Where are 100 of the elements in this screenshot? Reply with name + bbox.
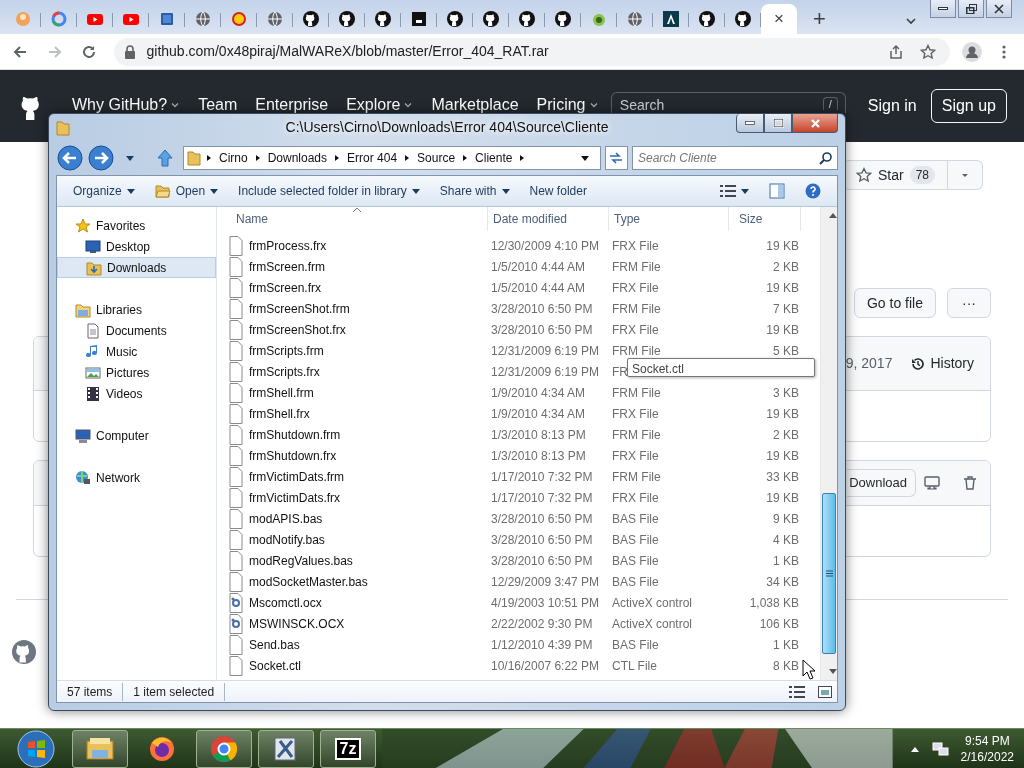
breadcrumb-item[interactable]: Downloads [265, 149, 330, 167]
file-name[interactable]: frmShutdown.frm [249, 425, 341, 444]
file-name[interactable]: Socket.ctl [249, 656, 302, 675]
file-name[interactable]: frmVictimDats.frm [249, 467, 345, 486]
file-icon[interactable] [229, 445, 243, 466]
restore-button[interactable] [958, 0, 984, 18]
nav-link[interactable]: Pricing [536, 97, 599, 113]
command-button[interactable]: Share with [431, 180, 518, 202]
nav-link[interactable]: Enterprise [255, 97, 329, 113]
column-header[interactable]: Date modified [488, 207, 609, 231]
taskbar-app[interactable] [72, 729, 128, 768]
forward-button[interactable] [87, 146, 115, 170]
nav-item[interactable]: Documents [57, 320, 216, 341]
nav-item[interactable]: Favorites [57, 215, 216, 236]
close-button[interactable] [792, 114, 838, 133]
back-button[interactable] [56, 146, 84, 170]
file-icon[interactable] [229, 277, 243, 298]
minimize-button[interactable] [736, 114, 764, 133]
go-to-file-button[interactable]: Go to file [853, 288, 936, 318]
file-icon[interactable] [229, 424, 243, 445]
file-name[interactable]: modNotify.bas [249, 530, 325, 549]
activex-file-icon[interactable] [229, 613, 243, 634]
file-icon[interactable] [229, 340, 243, 361]
address-bar[interactable]: github.com/0x48piraj/MalWAReX/blob/master/Error_404_RAT.rar [114, 37, 951, 66]
nav-link[interactable]: Team [198, 97, 238, 113]
scrollbar-thumb[interactable] [822, 493, 836, 654]
sign-up-button[interactable]: Sign up [930, 89, 1007, 123]
nav-item[interactable]: Downloads [57, 257, 216, 278]
history-link[interactable]: History [910, 353, 974, 374]
nav-item[interactable]: Network [57, 467, 216, 488]
taskbar-app[interactable]: 7z [320, 729, 376, 768]
file-name[interactable]: modRegValues.bas [249, 551, 353, 570]
browser-tab[interactable]: × [761, 4, 797, 34]
file-icon[interactable] [229, 298, 243, 319]
close-button[interactable] [986, 0, 1012, 18]
new-tab-button[interactable]: + [805, 4, 834, 34]
maximize-button[interactable] [764, 114, 792, 133]
nav-item[interactable]: Libraries [57, 299, 216, 320]
search-field[interactable]: Search Cliente [632, 146, 838, 170]
file-icon[interactable] [229, 487, 243, 508]
file-name[interactable]: frmShell.frx [249, 404, 310, 423]
nav-link[interactable]: Explore [346, 97, 414, 113]
file-name[interactable]: frmScreenShot.frx [249, 320, 346, 339]
nav-link[interactable]: Why GitHub? [72, 97, 181, 113]
nav-item[interactable]: Computer [57, 425, 216, 446]
address-field[interactable]: Cirno Downloads Error 404 Source Cliente [182, 146, 601, 170]
taskbar-app[interactable] [196, 729, 252, 768]
command-button[interactable]: Include selected folder in library [230, 180, 428, 202]
file-name[interactable]: MSWINSCK.OCX [249, 614, 345, 633]
nav-item[interactable]: Pictures [57, 362, 216, 383]
column-header[interactable]: Name [231, 207, 488, 231]
file-icon[interactable] [229, 466, 243, 487]
breadcrumb-item[interactable]: Cirno [216, 149, 250, 167]
star-dropdown-button[interactable] [948, 160, 983, 190]
file-icon[interactable] [229, 319, 243, 340]
file-icon[interactable] [229, 235, 243, 256]
breadcrumb-item[interactable]: Error 404 [345, 149, 400, 167]
breadcrumb-item[interactable]: Source [415, 149, 458, 167]
file-icon[interactable] [229, 550, 243, 571]
breadcrumb-item[interactable]: Cliente [473, 149, 515, 167]
nav-item[interactable]: Music [57, 341, 216, 362]
file-name[interactable]: Send.bas [249, 635, 300, 654]
file-icon[interactable] [229, 403, 243, 424]
file-name[interactable]: modSocketMaster.bas [249, 572, 368, 591]
file-icon[interactable] [229, 655, 243, 676]
more-button[interactable]: ··· [947, 288, 991, 318]
file-icon[interactable] [229, 634, 243, 655]
file-name[interactable]: Mscomctl.ocx [249, 593, 322, 612]
taskbar-app[interactable] [258, 729, 314, 768]
start-button[interactable] [14, 728, 58, 768]
file-name[interactable]: frmScreen.frx [249, 278, 321, 297]
file-name[interactable]: frmVictimDats.frx [249, 488, 341, 507]
sign-in-link[interactable]: Sign in [867, 94, 917, 118]
file-icon[interactable] [229, 382, 243, 403]
nav-item[interactable]: Videos [57, 383, 216, 404]
activex-file-icon[interactable] [229, 592, 243, 613]
minimize-button[interactable] [930, 0, 956, 18]
refresh-button[interactable] [604, 146, 628, 170]
file-icon[interactable] [229, 529, 243, 550]
file-name[interactable]: frmProcess.frx [249, 236, 327, 255]
file-name[interactable]: modAPIS.bas [249, 509, 323, 528]
file-icon[interactable] [229, 508, 243, 529]
file-icon[interactable] [229, 256, 243, 277]
profile-button[interactable] [960, 39, 985, 64]
download-button[interactable]: Download [847, 469, 916, 497]
nav-item[interactable]: Desktop [57, 236, 216, 257]
nav-link[interactable]: Marketplace [431, 97, 519, 113]
column-header[interactable]: Type [609, 207, 729, 231]
file-icon[interactable] [229, 361, 243, 382]
file-name[interactable]: frmScripts.frm [249, 341, 324, 360]
command-button[interactable]: Organize [65, 180, 143, 202]
column-header[interactable]: Size [729, 207, 801, 231]
command-button[interactable]: Open [146, 180, 227, 202]
file-name[interactable]: frmScreenShot.frm [249, 299, 350, 318]
file-name[interactable]: frmScripts.frx [249, 362, 320, 381]
command-button[interactable]: New folder [521, 180, 595, 202]
file-name[interactable]: frmShutdown.frx [249, 446, 337, 465]
file-icon[interactable] [229, 571, 243, 592]
file-name[interactable]: frmScreen.frm [249, 257, 325, 276]
file-name[interactable]: frmShell.frm [249, 383, 314, 402]
